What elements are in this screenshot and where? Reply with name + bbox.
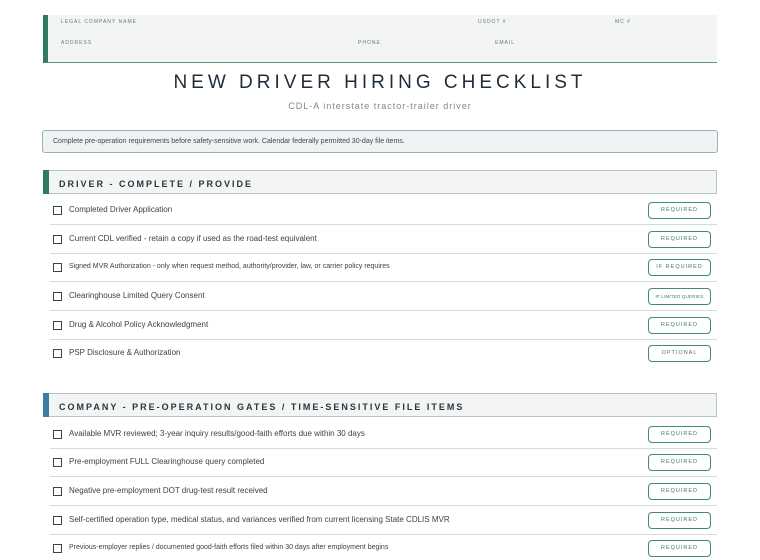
status-badge: REQUIRED (648, 540, 711, 557)
checkbox[interactable] (53, 516, 62, 525)
item-text: PSP Disclosure & Authorization (69, 348, 181, 357)
item-text: Self-certified operation type, medical s… (69, 515, 450, 524)
section-accent-bar (43, 170, 49, 194)
section-title: COMPANY - PRE-OPERATION GATES / TIME-SEN… (59, 402, 465, 412)
checklist-row: Drug & Alcohol Policy Acknowledgment REQ… (50, 311, 717, 340)
mc-label: MC # (615, 19, 631, 25)
usdot-label: USDOT # (478, 19, 507, 25)
section-accent-bar (43, 393, 49, 417)
item-text: Previous-employer replies / documented g… (69, 544, 389, 551)
item-text: Clearinghouse Limited Query Consent (69, 291, 205, 300)
status-badge: OPTIONAL (648, 345, 711, 362)
checkbox[interactable] (53, 235, 62, 244)
item-text: Drug & Alcohol Policy Acknowledgment (69, 320, 209, 329)
status-badge: REQUIRED (648, 426, 711, 443)
checklist-row: Pre-employment FULL Clearinghouse query … (50, 448, 717, 477)
checkbox[interactable] (53, 206, 62, 215)
checkbox[interactable] (53, 458, 62, 467)
status-badge: REQUIRED (648, 317, 711, 334)
checklist-row: Negative pre-employment DOT drug-test re… (50, 477, 717, 506)
item-text: Pre-employment FULL Clearinghouse query … (69, 457, 265, 466)
instruction-note: Complete pre-operation requirements befo… (42, 130, 718, 153)
status-badge: REQUIRED (648, 231, 711, 248)
status-badge: IF REQUIRED (648, 259, 711, 276)
phone-label: PHONE (358, 40, 381, 46)
item-text: Negative pre-employment DOT drug-test re… (69, 486, 268, 495)
checkbox[interactable] (53, 292, 62, 301)
checklist-row: Clearinghouse Limited Query Consent IF L… (50, 282, 717, 311)
document-title: NEW DRIVER HIRING CHECKLIST (173, 72, 587, 93)
checklist-row: PSP Disclosure & Authorization OPTIONAL (50, 339, 717, 368)
status-badge: REQUIRED (648, 512, 711, 529)
legal-company-name-label: LEGAL COMPANY NAME (61, 19, 137, 25)
checkbox[interactable] (53, 544, 62, 553)
status-badge: REQUIRED (648, 483, 711, 500)
checkbox[interactable] (53, 487, 62, 496)
checklist-row: Current CDL verified - retain a copy if … (50, 225, 717, 254)
email-label: EMAIL (495, 40, 516, 46)
status-badge: REQUIRED (648, 202, 711, 219)
checklist-row: Available MVR reviewed; 3-year inquiry r… (50, 420, 717, 449)
item-text: Current CDL verified - retain a copy if … (69, 234, 317, 243)
checklist-row: Previous-employer replies / documented g… (50, 534, 717, 560)
checklist-row: Self-certified operation type, medical s… (50, 506, 717, 535)
document-subtitle: CDL-A interstate tractor-trailer driver (288, 101, 472, 111)
checkbox[interactable] (53, 321, 62, 330)
checkbox[interactable] (53, 263, 62, 272)
address-label: ADDRESS (61, 40, 93, 46)
company-info-box: LEGAL COMPANY NAME USDOT # MC # ADDRESS … (43, 15, 717, 63)
status-badge: IF LIMITED QUERIES (648, 288, 711, 305)
item-text: Completed Driver Application (69, 205, 173, 214)
status-badge: REQUIRED (648, 454, 711, 471)
checklist-row: Completed Driver Application REQUIRED (50, 196, 717, 225)
checkbox[interactable] (53, 430, 62, 439)
section-title: DRIVER - COMPLETE / PROVIDE (59, 179, 254, 189)
checkbox[interactable] (53, 349, 62, 358)
section-header-company: COMPANY - PRE-OPERATION GATES / TIME-SEN… (43, 393, 717, 417)
item-text: Signed MVR Authorization - only when req… (69, 263, 390, 270)
item-text: Available MVR reviewed; 3-year inquiry r… (69, 429, 365, 438)
checklist-row: Signed MVR Authorization - only when req… (50, 253, 717, 282)
section-header-driver: DRIVER - COMPLETE / PROVIDE (43, 170, 717, 194)
